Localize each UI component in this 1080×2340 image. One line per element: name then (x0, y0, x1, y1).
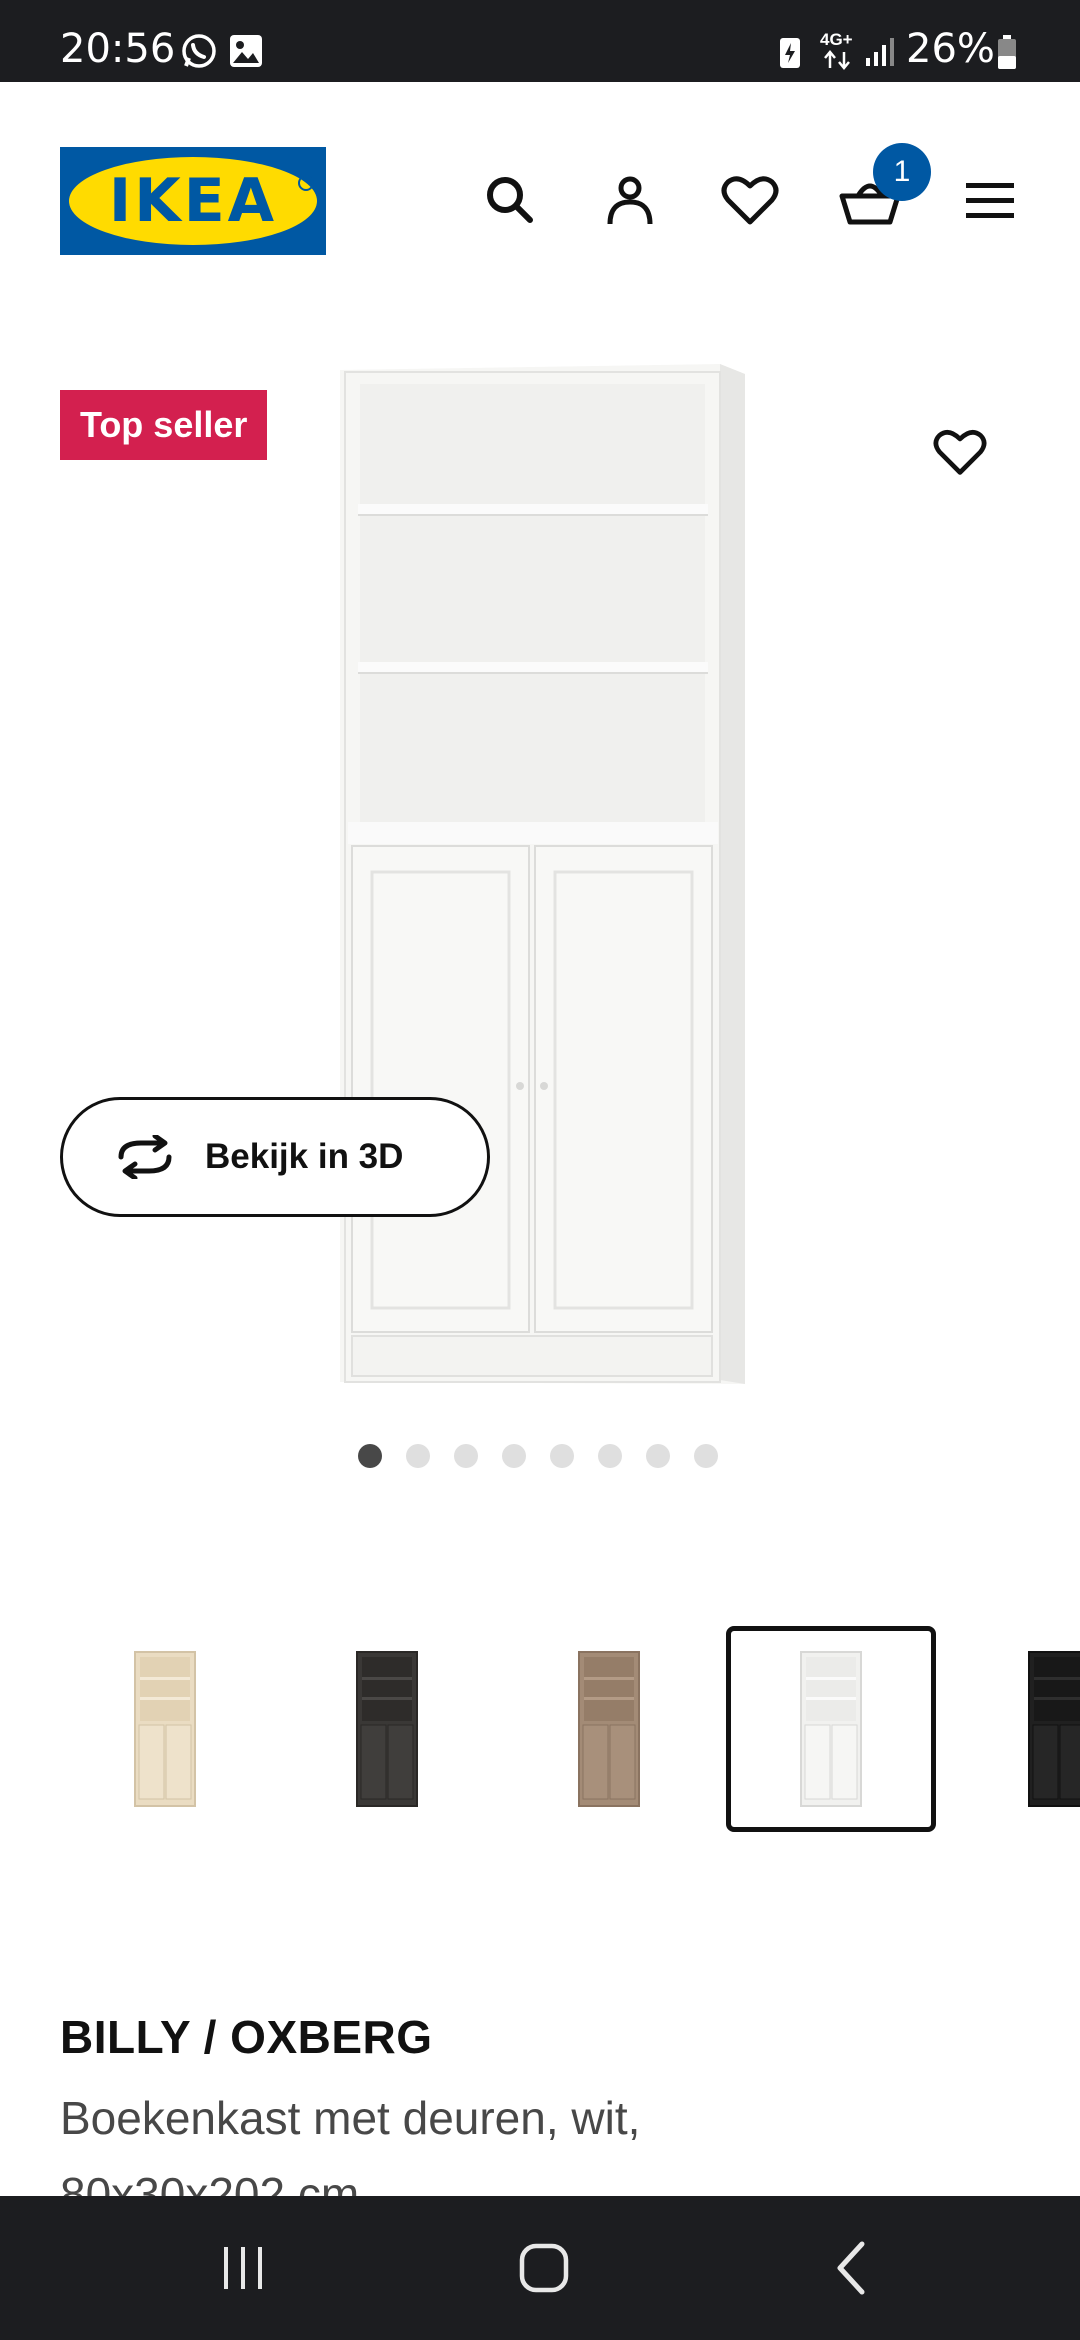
variant-white-selected[interactable] (726, 1626, 936, 1832)
search-button[interactable] (470, 160, 550, 240)
variant-black-brown[interactable] (282, 1626, 492, 1832)
variant-thumbnail (134, 1651, 196, 1807)
battery-saver-icon (780, 38, 800, 68)
recent-apps-button[interactable] (203, 2232, 283, 2304)
gallery-dot[interactable] (598, 1444, 622, 1468)
variant-thumbnail (800, 1651, 862, 1807)
variant-birch[interactable] (60, 1626, 270, 1832)
battery-icon (998, 35, 1016, 69)
gallery-dot[interactable] (694, 1444, 718, 1468)
home-button[interactable] (504, 2232, 584, 2304)
variant-thumbnail (1028, 1651, 1080, 1807)
system-navigation-bar (0, 2196, 1080, 2340)
home-icon (519, 2243, 569, 2293)
rotate-3d-icon (118, 1135, 172, 1179)
data-arrows-icon (824, 50, 850, 70)
view-in-3d-button[interactable]: Bekijk in 3D (60, 1097, 490, 1217)
back-button[interactable] (810, 2232, 890, 2304)
account-button[interactable] (590, 160, 670, 240)
variant-black[interactable] (948, 1626, 1080, 1832)
gallery-dot[interactable] (358, 1444, 382, 1468)
whatsapp-icon (182, 34, 216, 68)
variant-oak[interactable] (504, 1626, 714, 1832)
search-icon (487, 177, 533, 223)
gallery-dot[interactable] (454, 1444, 478, 1468)
gallery-dot[interactable] (406, 1444, 430, 1468)
gallery-icon (230, 35, 262, 67)
back-icon (837, 2241, 865, 2295)
logo-text: IKEA (109, 166, 277, 236)
wishlist-button[interactable] (710, 160, 790, 240)
status-bar: 20:56 4G+ 26% (0, 0, 1080, 82)
battery-percent: 26% (906, 26, 995, 72)
gallery-dot[interactable] (550, 1444, 574, 1468)
network-type: 4G+ (820, 30, 853, 49)
gallery-dot[interactable] (502, 1444, 526, 1468)
ikea-logo[interactable]: IKEA (60, 147, 326, 255)
recent-apps-icon (224, 2247, 262, 2289)
view-in-3d-label: Bekijk in 3D (205, 1137, 404, 1176)
menu-icon (966, 183, 1014, 218)
save-to-wishlist-button[interactable] (920, 412, 1000, 492)
variant-thumbnail (578, 1651, 640, 1807)
color-variant-list (0, 1622, 1080, 1837)
menu-button[interactable] (950, 160, 1030, 240)
gallery-dot[interactable] (646, 1444, 670, 1468)
variant-thumbnail (356, 1651, 418, 1807)
status-time: 20:56 (60, 26, 176, 72)
product-image[interactable] (320, 352, 760, 1392)
account-icon (607, 176, 653, 225)
product-name: BILLY / OXBERG (60, 2011, 433, 2063)
gallery-pagination (358, 1444, 718, 1468)
product-gallery[interactable]: Top seller Bekijk in 3D (0, 272, 1080, 1522)
top-seller-badge: Top seller (60, 390, 268, 460)
heart-icon (933, 430, 987, 475)
cart-count-badge: 1 (873, 143, 931, 201)
signal-icon (866, 38, 894, 66)
heart-icon (721, 176, 779, 225)
